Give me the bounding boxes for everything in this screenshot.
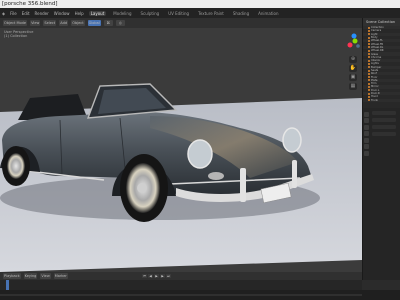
tab-texture-paint[interactable]: Texture Paint — [196, 11, 226, 16]
menu-window[interactable]: Window — [54, 11, 70, 16]
properties-editor — [363, 108, 400, 280]
gizmo-neg-axis[interactable] — [356, 44, 360, 48]
timeline-playhead[interactable] — [6, 280, 9, 290]
select-menu[interactable]: Select — [43, 20, 57, 26]
window-title: [porsche 356.blend] — [2, 1, 58, 7]
3d-viewport[interactable] — [0, 28, 362, 272]
jump-end-icon[interactable]: ⏭ — [166, 274, 171, 278]
properties-tabs — [363, 110, 370, 156]
play-icon[interactable]: ▶ — [154, 274, 159, 278]
jump-start-icon[interactable]: ⏮ — [142, 274, 147, 278]
active-collection: (1) Collection — [4, 34, 28, 38]
property-field[interactable] — [372, 125, 396, 129]
object-menu[interactable]: Object — [71, 20, 85, 26]
blender-logo-icon[interactable]: ◈ — [2, 11, 5, 16]
menu-render[interactable]: Render — [35, 11, 49, 16]
pan-hand-icon[interactable]: ✋ — [349, 65, 357, 72]
viewport-header: Object Mode View Select Add Object Globa… — [0, 18, 362, 28]
object-type-icon — [368, 85, 370, 88]
object-type-icon — [368, 29, 370, 32]
object-type-icon — [368, 49, 370, 52]
object-type-icon — [368, 95, 370, 98]
camera-view-icon[interactable]: ▣ — [349, 74, 357, 81]
scene-props-icon[interactable] — [364, 124, 369, 130]
next-keyframe-icon[interactable]: ▶ — [160, 274, 165, 278]
object-type-icon — [368, 62, 370, 65]
viewport-render — [0, 83, 362, 272]
property-field[interactable] — [372, 118, 396, 122]
add-menu[interactable]: Add — [59, 20, 69, 26]
bumper-guard-left — [240, 168, 246, 202]
rear-hubcap — [7, 153, 25, 179]
output-props-icon[interactable] — [364, 118, 369, 123]
mode-selector[interactable]: Object Mode — [3, 20, 28, 26]
material-props-icon[interactable] — [364, 150, 369, 156]
outliner: Scene Collection Collection Camera Light Bo… — [363, 18, 400, 108]
timeline-view-menu[interactable]: View — [40, 273, 51, 279]
render-props-icon[interactable] — [364, 111, 369, 117]
world-props-icon[interactable] — [364, 131, 369, 136]
timeline-scrollbar[interactable] — [0, 294, 362, 296]
object-type-icon — [368, 39, 370, 42]
tab-shading[interactable]: Shading — [231, 11, 251, 16]
menu-file[interactable]: File — [10, 11, 17, 16]
menu-edit[interactable]: Edit — [22, 11, 30, 16]
gizmo-y-axis[interactable] — [352, 38, 358, 44]
object-type-icon — [368, 72, 370, 75]
prev-keyframe-icon[interactable]: ◀ — [148, 274, 153, 278]
object-type-icon — [368, 82, 370, 85]
marker-menu[interactable]: Marker — [53, 273, 68, 279]
gizmo-z-axis[interactable] — [351, 33, 357, 39]
tab-animation[interactable]: Animation — [256, 11, 280, 16]
zoom-icon[interactable]: ⊕ — [349, 56, 357, 63]
keying-menu[interactable]: Keying — [23, 273, 38, 279]
tab-modeling[interactable]: Modeling — [111, 11, 133, 16]
viewport-navigation-tools: ⊕ ✋ ▣ ▦ — [349, 56, 359, 106]
perspective-toggle-icon[interactable]: ▦ — [349, 83, 357, 90]
tab-sculpting[interactable]: Sculpting — [139, 11, 162, 16]
modifier-props-icon[interactable] — [364, 144, 369, 149]
property-field[interactable] — [372, 111, 396, 115]
transform-orientation-select[interactable]: Global — [87, 20, 101, 26]
outliner-header: Scene Collection — [363, 18, 400, 26]
outliner-row[interactable]: Trunk — [363, 98, 400, 102]
tab-layout[interactable]: Layout — [88, 10, 107, 16]
object-type-icon — [368, 26, 370, 29]
navigation-gizmo[interactable] — [338, 32, 360, 54]
timeline-header: Playback Keying View Marker — [0, 272, 362, 280]
viewport-info: User Perspective (1) Collection — [4, 30, 33, 38]
property-field[interactable] — [372, 132, 396, 136]
left-headlight — [187, 139, 213, 169]
object-type-icon — [368, 69, 370, 72]
playback-menu[interactable]: Playback — [3, 273, 21, 279]
outliner-list: Collection Camera Light Body Wheel.FL Wheel.F… — [363, 26, 400, 102]
playback-controls: ⏮ ◀ ▶ ▶ ⏭ — [142, 274, 171, 278]
snap-icon[interactable]: ⌘ — [103, 20, 113, 26]
outliner-row-label: Trunk — [371, 98, 379, 102]
horn-grille — [208, 172, 224, 180]
front-hub-center — [137, 183, 147, 193]
right-headlight — [282, 127, 302, 153]
object-type-icon — [368, 99, 370, 102]
menu-help[interactable]: Help — [75, 11, 84, 16]
object-props-icon[interactable] — [364, 137, 369, 143]
object-type-icon — [368, 36, 370, 39]
tab-uv-editing[interactable]: UV Editing — [166, 11, 191, 16]
object-type-icon — [368, 92, 370, 95]
view-menu[interactable]: View — [30, 20, 41, 26]
timeline-area[interactable] — [0, 280, 362, 290]
bumper-guard-right — [292, 160, 297, 188]
proportional-edit-icon[interactable]: ◎ — [115, 20, 125, 26]
window-title-bar: [porsche 356.blend] — [0, 0, 400, 8]
top-menu-bar: ◈ File Edit Render Window Help Layout Mo… — [0, 8, 400, 18]
object-type-icon — [368, 53, 370, 56]
gizmo-x-axis[interactable] — [347, 42, 353, 48]
object-type-icon — [368, 59, 370, 62]
